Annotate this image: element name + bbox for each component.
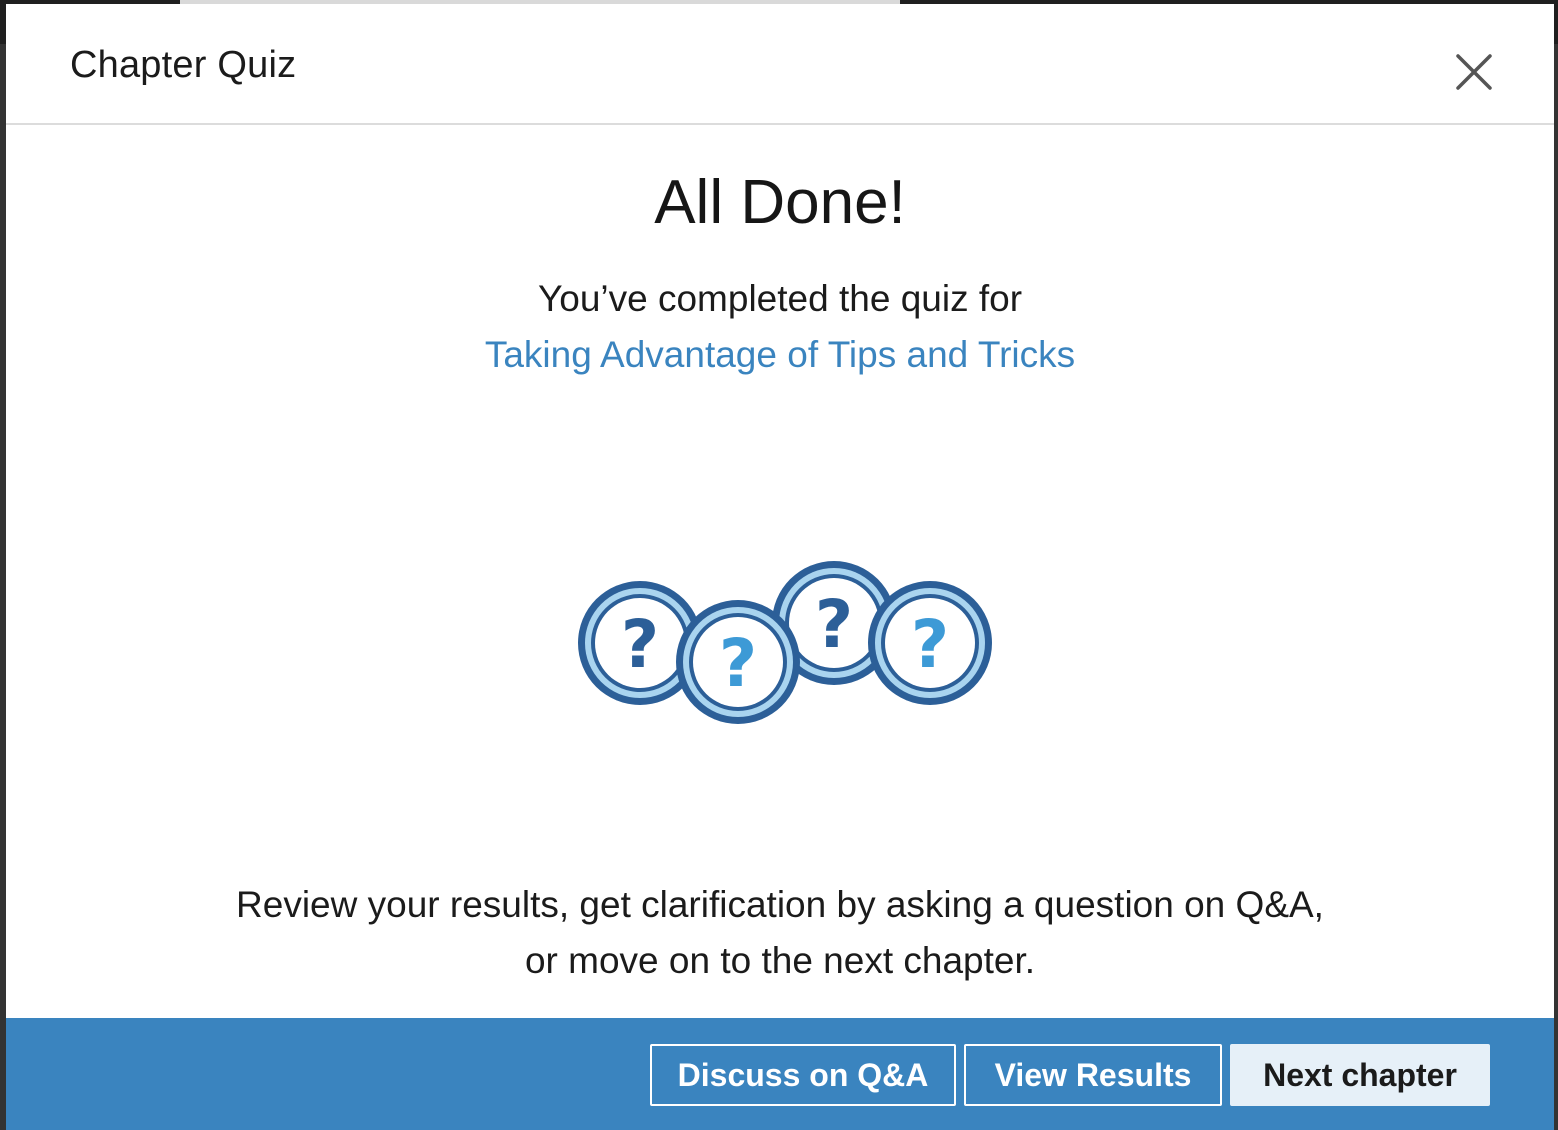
view-results-button[interactable]: View Results	[964, 1044, 1222, 1106]
next-chapter-button[interactable]: Next chapter	[1230, 1044, 1490, 1106]
modal-title: Chapter Quiz	[70, 44, 297, 86]
modal-footer: Discuss on Q&A View Results Next chapter	[6, 1018, 1554, 1130]
question-coins-illustration: ? ? ? ?	[566, 555, 996, 740]
completion-headline: All Done!	[654, 168, 906, 237]
review-line-1: Review your results, get clarification b…	[236, 884, 1324, 925]
review-line-2: or move on to the next chapter.	[524, 940, 1036, 981]
svg-text:?: ?	[719, 625, 757, 702]
discuss-on-qa-button[interactable]: Discuss on Q&A	[650, 1044, 956, 1106]
svg-text:?: ?	[815, 586, 853, 663]
close-button[interactable]	[1450, 48, 1498, 96]
svg-text:?: ?	[621, 606, 659, 683]
review-instructions: Review your results, get clarification b…	[6, 877, 1554, 989]
chapter-quiz-modal: Chapter Quiz All Done! You’ve completed …	[6, 4, 1554, 1130]
question-coins-icon: ? ? ? ?	[578, 561, 992, 724]
completion-message: You’ve completed the quiz for	[537, 278, 1023, 319]
chapter-title-link[interactable]: Taking Advantage of Tips and Tricks	[6, 329, 1554, 381]
coin-4: ?	[868, 581, 992, 705]
modal-content: All Done! You’ve completed the quiz for …	[6, 125, 1554, 1018]
modal-header: Chapter Quiz	[6, 4, 1554, 125]
close-icon	[1456, 54, 1492, 90]
coin-2: ?	[676, 600, 800, 724]
svg-text:?: ?	[911, 606, 949, 683]
